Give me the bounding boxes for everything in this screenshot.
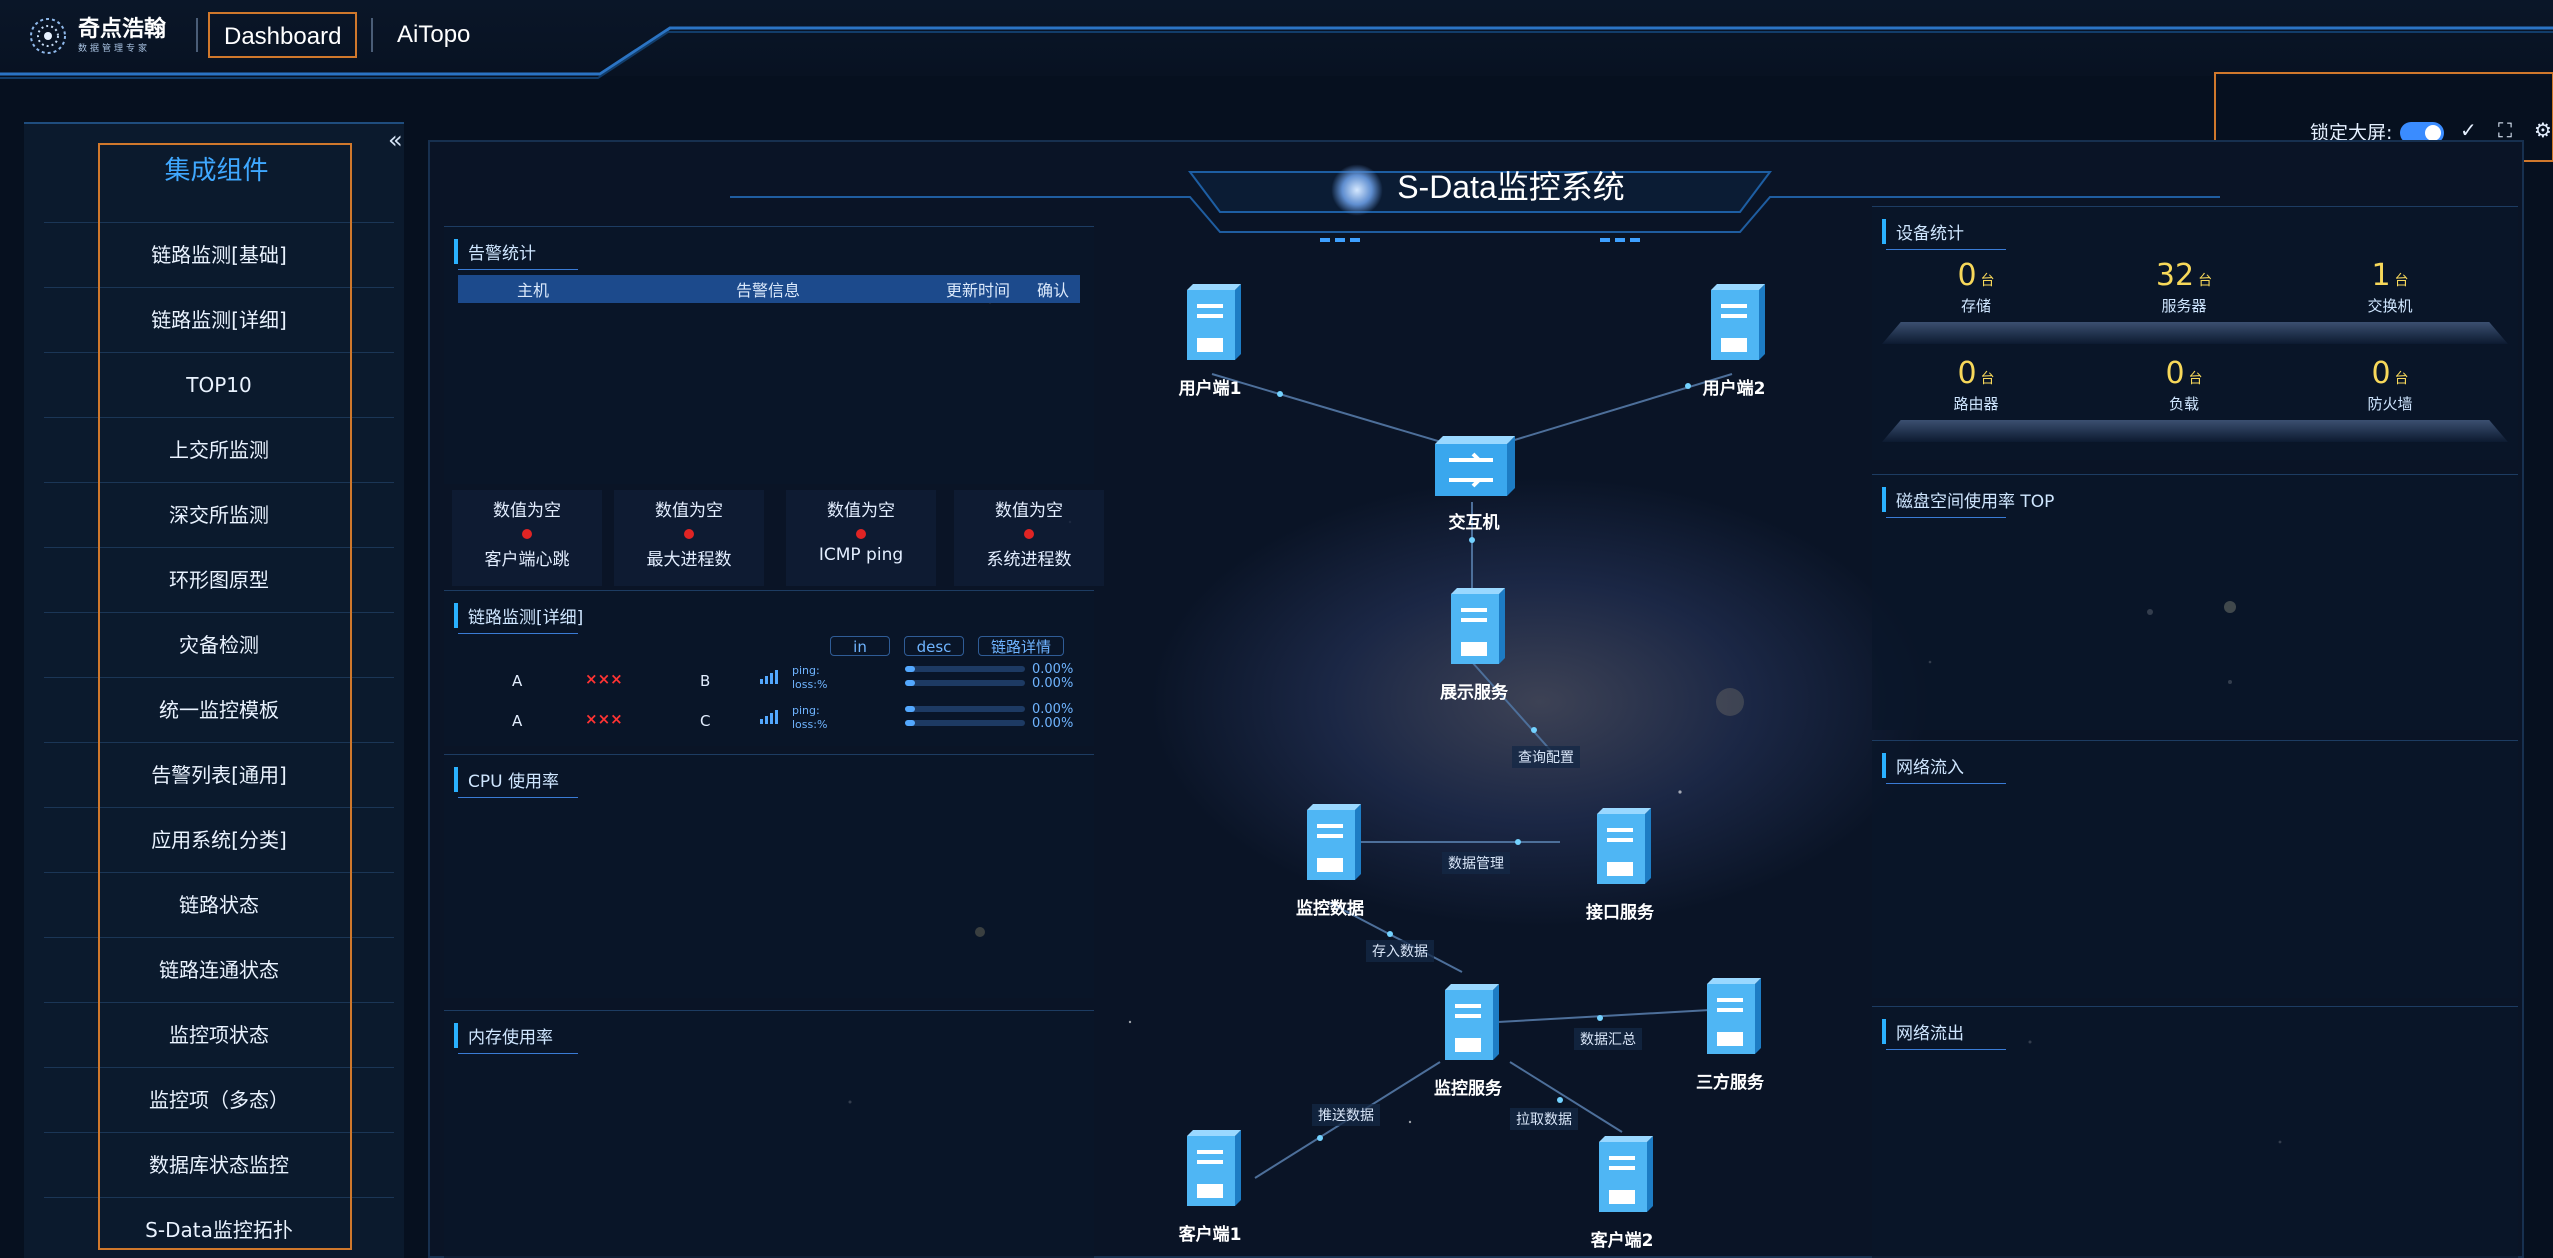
- node-label: 监控数据: [1296, 899, 1364, 919]
- logo-title: 奇点浩翰: [78, 16, 167, 42]
- nav-separator: [196, 18, 198, 52]
- app-logo[interactable]: 奇点浩翰 数据管理专家: [28, 16, 166, 56]
- edge-label-query-config: 查询配置: [1512, 746, 1580, 768]
- server-icon: [1597, 808, 1651, 884]
- topology-node-monitor-service[interactable]: 监控服务: [1408, 982, 1528, 1099]
- server-icon: [1711, 284, 1765, 360]
- fullscreen-icon[interactable]: ⛶: [2498, 118, 2512, 142]
- edge-label-data-aggregate: 数据汇总: [1574, 1028, 1642, 1050]
- sidebar-highlight-frame: [98, 143, 352, 1250]
- confirm-check-icon[interactable]: ✓: [2460, 118, 2477, 142]
- topology-node-user1[interactable]: 用户端1: [1150, 282, 1270, 399]
- node-label: 客户端1: [1178, 1225, 1242, 1245]
- dashboard-canvas: S-Data监控系统 告警统计 主机 告警信息 更新时间 确认 数值为空 客户端…: [428, 140, 2524, 1258]
- switch-icon: [1435, 436, 1515, 496]
- server-icon: [1599, 1136, 1653, 1212]
- topology-node-client2[interactable]: 客户端2: [1562, 1134, 1682, 1251]
- node-label: 交互机: [1448, 513, 1500, 533]
- server-icon: [1187, 1130, 1241, 1206]
- topology-node-monitor-data[interactable]: 监控数据: [1270, 802, 1390, 919]
- settings-gear-icon[interactable]: ⚙: [2534, 118, 2552, 142]
- node-label: 监控服务: [1434, 1079, 1502, 1099]
- edge-label-pull-data: 拉取数据: [1510, 1108, 1578, 1130]
- nav-separator: [371, 18, 373, 52]
- server-icon: [1451, 588, 1505, 664]
- node-label: 用户端2: [1702, 379, 1766, 399]
- server-icon: [1307, 804, 1361, 880]
- topology-node-client1[interactable]: 客户端1: [1150, 1128, 1270, 1245]
- edge-label-data-management: 数据管理: [1442, 852, 1510, 874]
- node-label: 客户端2: [1590, 1231, 1654, 1251]
- logo-subtitle: 数据管理专家: [78, 43, 151, 54]
- topology-node-interface-service[interactable]: 接口服务: [1560, 806, 1680, 923]
- nav-tab-aitopo[interactable]: AiTopo: [383, 12, 484, 58]
- node-label: 接口服务: [1586, 903, 1654, 923]
- edge-label-store-data: 存入数据: [1366, 940, 1434, 962]
- server-icon: [1445, 984, 1499, 1060]
- topology-node-third-party[interactable]: 三方服务: [1670, 976, 1790, 1093]
- nav-tab-dashboard[interactable]: Dashboard: [208, 12, 358, 58]
- node-label: 三方服务: [1696, 1073, 1764, 1093]
- topology-node-user2[interactable]: 用户端2: [1674, 282, 1794, 399]
- server-icon: [1187, 284, 1241, 360]
- server-icon: [1707, 978, 1761, 1054]
- topology-node-display-service[interactable]: 展示服务: [1414, 586, 1534, 703]
- logo-icon: [30, 18, 66, 54]
- node-label: 展示服务: [1440, 683, 1508, 703]
- edge-label-push-data: 推送数据: [1312, 1104, 1380, 1126]
- node-label: 用户端1: [1178, 379, 1242, 399]
- topology-node-switch[interactable]: 交互机: [1414, 434, 1534, 533]
